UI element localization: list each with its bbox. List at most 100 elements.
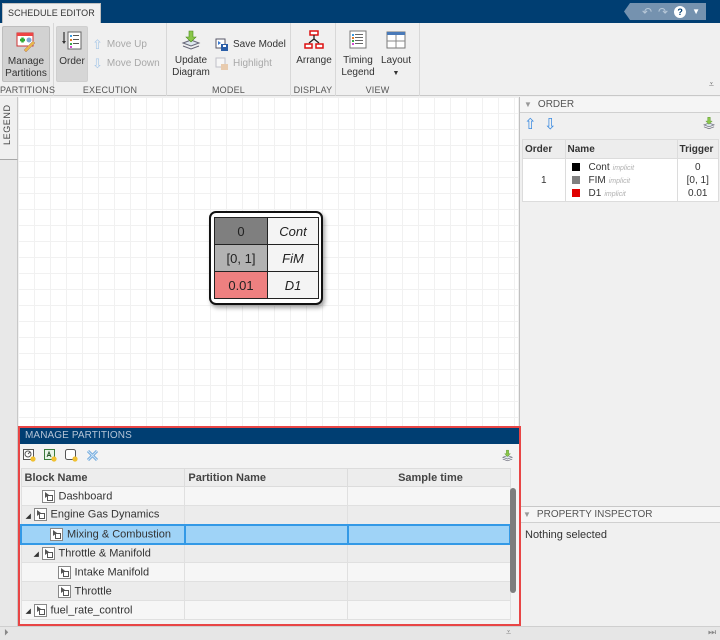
update-diagram-icon[interactable] [702, 116, 716, 133]
property-inspector-header[interactable]: ▼ PROPERTY INSPECTOR [519, 507, 720, 523]
move-down-button[interactable]: ⇩ Move Down [92, 56, 160, 72]
highlight-button[interactable]: Highlight [215, 56, 272, 72]
help-icon[interactable]: ? [674, 5, 687, 18]
undo-icon[interactable]: ↶ [642, 6, 652, 18]
order-row[interactable]: 1 Cont implicit FIM implicit D1 implicit 0 … [522, 158, 720, 202]
trigger-column-header[interactable]: Trigger [676, 139, 720, 159]
order-column-header[interactable]: Order [522, 139, 566, 159]
redo-icon[interactable]: ↷ [658, 6, 668, 18]
partition-row[interactable]: Intake Manifold [20, 562, 511, 582]
subsystem-block-icon [57, 584, 71, 598]
arrange-button[interactable]: Arrange [295, 26, 333, 82]
name-column-header[interactable]: Name [564, 139, 678, 159]
manage-partitions-icon [15, 30, 37, 53]
subsystem-block-icon [41, 546, 55, 560]
block-name-cell[interactable]: ◢ Engine Gas Dynamics [20, 505, 186, 525]
layout-icon [385, 29, 407, 51]
sample-time-cell[interactable] [347, 543, 511, 563]
block-name-cell[interactable]: ◢ fuel_rate_control [20, 600, 186, 620]
partition-entry-d1[interactable]: D1 implicit [566, 187, 677, 200]
block-name-cell[interactable]: Throttle [20, 581, 186, 601]
sample-time-cell[interactable] [347, 486, 511, 506]
order-icon [61, 30, 83, 52]
add-aperiodic-partition-icon[interactable] [44, 449, 57, 462]
order-toolbar: ⇧ ⇩ [520, 113, 720, 135]
block-name-cell[interactable]: Mixing & Combustion [20, 523, 186, 545]
expand-right-panel-icon[interactable]: ⏭ [708, 627, 716, 638]
sample-time-cell[interactable] [347, 581, 511, 601]
block-name-cell[interactable]: ◢ Throttle & Manifold [20, 543, 186, 563]
sample-time-cell[interactable] [347, 505, 511, 525]
partition-name-cell[interactable] [184, 581, 349, 601]
ribbon: Manage Partitions PARTITIONS Order ⇧ Mov… [0, 23, 720, 96]
partition-name-cell[interactable] [184, 562, 349, 582]
legend-trigger-fim: [0, 1] [214, 244, 268, 272]
section-label-view: VIEW [365, 85, 390, 95]
layout-button[interactable]: Layout ▼ [378, 26, 414, 82]
update-diagram-icon [180, 29, 202, 51]
section-display: Arrange DISPLAY [291, 23, 336, 96]
partition-row[interactable]: Throttle [20, 581, 511, 601]
block-name-cell[interactable]: Dashboard [20, 486, 186, 506]
partition-row[interactable]: Dashboard [20, 486, 511, 506]
legend-name-d1: D1 [267, 271, 319, 299]
title-bar: SCHEDULE EDITOR ↶ ↷ ? ▼ [0, 0, 720, 23]
arrow-up-icon: ⇧ [92, 37, 103, 52]
partition-row[interactable]: ◢ Throttle & Manifold [20, 543, 511, 563]
sample-time-cell[interactable] [346, 523, 512, 545]
order-panel-header[interactable]: ▼ ORDER [520, 97, 720, 113]
order-button[interactable]: Order [56, 26, 88, 82]
partition-name-column-header[interactable]: Partition Name [184, 468, 349, 487]
move-up-button[interactable]: ⇧ Move Up [92, 37, 147, 53]
partition-name-cell[interactable] [184, 486, 349, 506]
scrollbar-thumb[interactable] [510, 488, 516, 593]
collapse-bottom-panel-icon[interactable]: ⩡ [506, 627, 511, 638]
partition-row[interactable]: ◢ fuel_rate_control [20, 600, 511, 620]
order-triggers: 0 [0, 1] 0.01 [676, 158, 720, 202]
subsystem-block-icon [33, 603, 47, 617]
partition-name-cell[interactable] [184, 505, 349, 525]
legend-side-tab[interactable]: LEGEND [0, 97, 18, 160]
collapse-icon: ▼ [523, 510, 531, 519]
block-name-cell[interactable]: Intake Manifold [20, 562, 186, 582]
color-swatch [571, 162, 580, 171]
partition-name-cell[interactable] [184, 600, 349, 620]
add-periodic-partition-icon[interactable] [23, 449, 36, 462]
sample-time-cell[interactable] [347, 562, 511, 582]
save-model-button[interactable]: Save Model [215, 37, 286, 53]
add-partition-icon[interactable] [65, 449, 78, 462]
sample-time-column-header[interactable]: Sample time [347, 468, 511, 487]
color-swatch [571, 188, 580, 197]
expand-toggle-icon[interactable]: ◢ [34, 550, 42, 558]
manage-partitions-button[interactable]: Manage Partitions [2, 26, 50, 82]
move-down-icon[interactable]: ⇩ [544, 115, 557, 133]
sample-time-cell[interactable] [347, 600, 511, 620]
help-dropdown-icon[interactable]: ▼ [692, 7, 700, 16]
partition-entry-fim[interactable]: FIM implicit [566, 174, 677, 187]
section-model: Update Diagram Save Model Highlight MODE… [167, 23, 291, 96]
quick-access-toolbar: ↶ ↷ ? ▼ [624, 3, 706, 20]
partition-entry-cont[interactable]: Cont implicit [566, 161, 677, 174]
block-name-column-header[interactable]: Block Name [20, 468, 186, 487]
tab-schedule-editor[interactable]: SCHEDULE EDITOR [2, 3, 101, 23]
expand-left-panel-icon[interactable]: ⏵ [4, 627, 9, 638]
partition-name-cell[interactable] [184, 543, 349, 563]
vertical-scrollbar[interactable] [509, 468, 516, 624]
subsystem-block-icon [50, 527, 63, 541]
partition-row[interactable]: ◢ Engine Gas Dynamics [20, 505, 511, 525]
update-diagram-button[interactable]: Update Diagram [171, 26, 211, 82]
timing-legend-button[interactable]: Timing Legend [340, 26, 376, 82]
timing-legend-block[interactable]: 0 Cont [0, 1] FiM 0.01 D1 [209, 211, 323, 305]
update-diagram-icon[interactable] [501, 449, 514, 462]
delete-partition-icon[interactable] [86, 449, 99, 462]
partition-row[interactable]: Mixing & Combustion [20, 523, 512, 545]
timing-legend-table: 0 Cont [0, 1] FiM 0.01 D1 [214, 217, 319, 299]
expand-toggle-icon[interactable]: ◢ [26, 607, 34, 615]
partition-name-cell[interactable] [183, 523, 349, 545]
collapse-ribbon-icon[interactable]: ⩡ [709, 79, 714, 90]
block-name: Intake Manifold [74, 565, 150, 578]
section-execution: Order ⇧ Move Up ⇩ Move Down EXECUTION [54, 23, 167, 96]
move-up-icon[interactable]: ⇧ [524, 115, 537, 133]
expand-toggle-icon[interactable]: ◢ [26, 512, 34, 520]
legend-trigger-cont: 0 [214, 217, 268, 245]
